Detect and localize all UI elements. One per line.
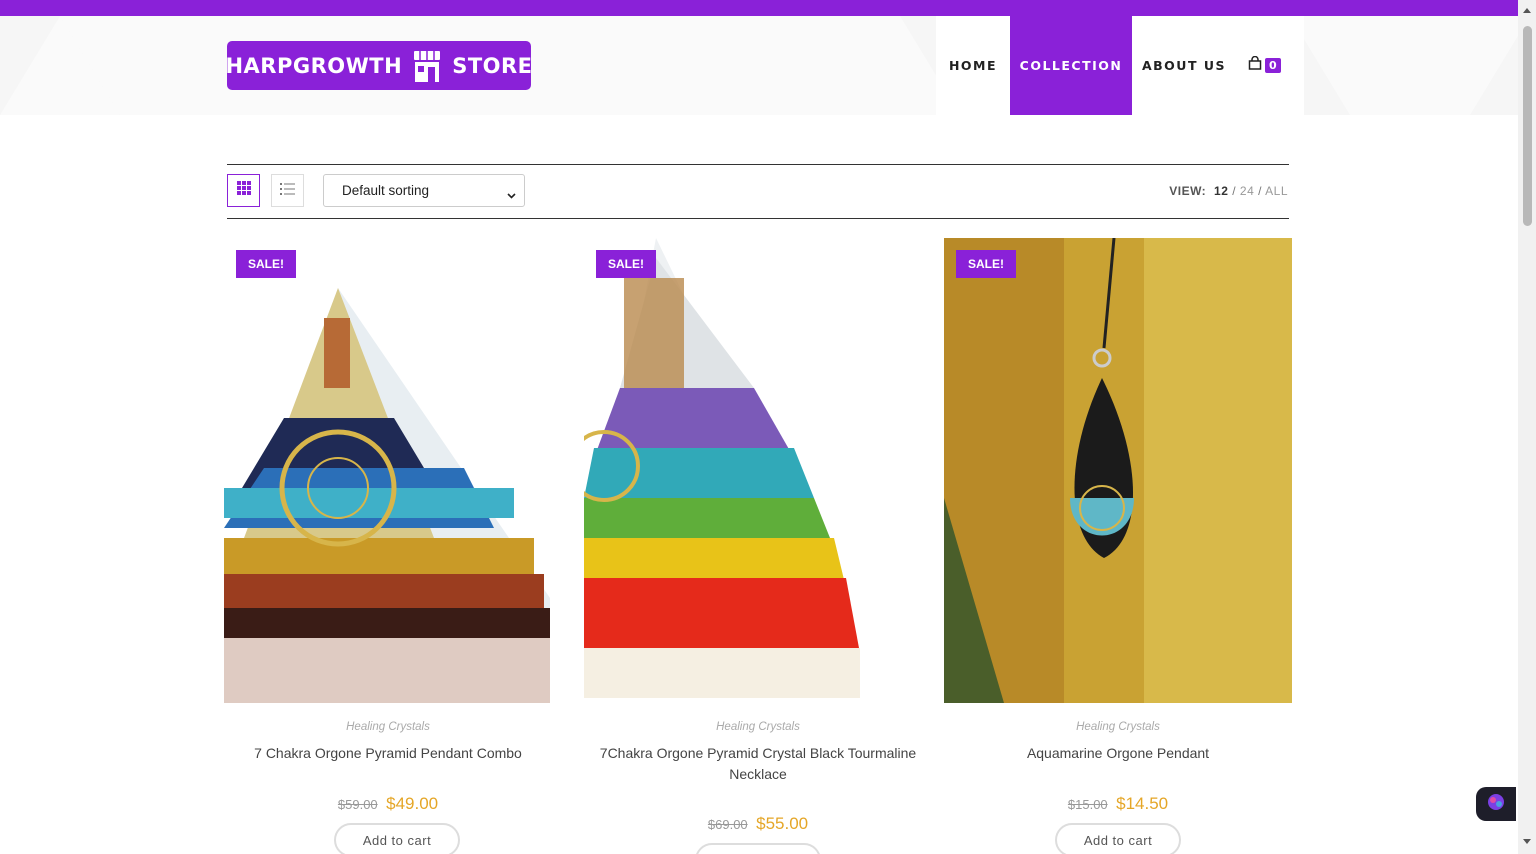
sort-select[interactable]: Default sorting [323, 174, 525, 207]
product-title[interactable]: Aquamarine Orgone Pendant [944, 743, 1292, 764]
sale-price: $55.00 [756, 814, 809, 833]
product-title[interactable]: 7 Chakra Orgone Pyramid Pendant Combo [224, 743, 552, 764]
scroll-down-arrow-icon[interactable] [1523, 839, 1531, 844]
shopping-bag-icon [1248, 55, 1262, 75]
vertical-scrollbar[interactable] [1518, 0, 1536, 854]
product-price: $59.00 $49.00 [224, 794, 552, 814]
view-option-24[interactable]: 24 [1240, 184, 1254, 198]
product-price: $15.00 $14.50 [944, 794, 1292, 814]
sort-selected-value: Default sorting [342, 183, 430, 198]
original-price: $59.00 [337, 797, 378, 812]
sale-price: $49.00 [386, 794, 439, 813]
product-category[interactable]: Healing Crystals [944, 721, 1292, 733]
grid-view-icon [236, 181, 251, 200]
view-option-12[interactable]: 12 [1214, 184, 1228, 198]
view-separator: / [1232, 184, 1237, 198]
cart-count-badge: 0 [1265, 58, 1281, 73]
list-view-button[interactable] [271, 174, 304, 207]
scrollbar-thumb[interactable] [1523, 26, 1532, 226]
main-nav: HOME COLLECTION ABOUT US 0 [936, 16, 1304, 115]
chat-logo-icon [1486, 792, 1506, 817]
cart-button[interactable]: 0 [1236, 16, 1304, 115]
sale-badge: SALE! [236, 250, 296, 278]
product-category[interactable]: Healing Crystals [584, 721, 932, 733]
products-per-page: VIEW: 12 / 24 / ALL [1169, 184, 1288, 198]
view-label: VIEW: [1169, 184, 1207, 198]
product-image[interactable] [224, 238, 552, 703]
header-pattern [1410, 16, 1518, 115]
list-view-icon [280, 182, 295, 200]
nav-collection[interactable]: COLLECTION [1010, 16, 1132, 115]
logo-text-left: HARPGROWTH [225, 53, 403, 78]
nav-about-us[interactable]: ABOUT US [1132, 16, 1236, 115]
storefront-icon [412, 49, 442, 83]
scroll-up-arrow-icon[interactable] [1523, 8, 1531, 13]
product-category[interactable]: Healing Crystals [224, 721, 552, 733]
original-price: $15.00 [1067, 797, 1108, 812]
add-to-cart-button[interactable]: Add to cart [695, 843, 821, 854]
original-price: $69.00 [707, 817, 748, 832]
toolbar-bottom-rule [227, 218, 1289, 219]
sale-badge: SALE! [956, 250, 1016, 278]
view-separator: / [1258, 184, 1262, 198]
site-logo[interactable]: HARPGROWTH STORE [225, 41, 533, 90]
product-price: $69.00 $55.00 [584, 814, 932, 834]
sale-badge: SALE! [596, 250, 656, 278]
product-image[interactable] [944, 238, 1292, 703]
product-image[interactable] [584, 238, 932, 703]
sale-price: $14.50 [1116, 794, 1169, 813]
toolbar-top-rule [227, 164, 1289, 165]
chat-widget-button[interactable] [1476, 787, 1516, 821]
add-to-cart-button[interactable]: Add to cart [1055, 823, 1181, 854]
logo-text-right: STORE [452, 53, 533, 78]
top-accent-bar [0, 0, 1518, 16]
add-to-cart-button[interactable]: Add to cart [334, 823, 460, 854]
nav-home[interactable]: HOME [936, 16, 1010, 115]
view-option-all[interactable]: ALL [1265, 184, 1288, 198]
product-title[interactable]: 7Chakra Orgone Pyramid Crystal Black Tou… [584, 743, 932, 785]
grid-view-button[interactable] [227, 174, 260, 207]
chevron-down-icon [507, 187, 516, 202]
